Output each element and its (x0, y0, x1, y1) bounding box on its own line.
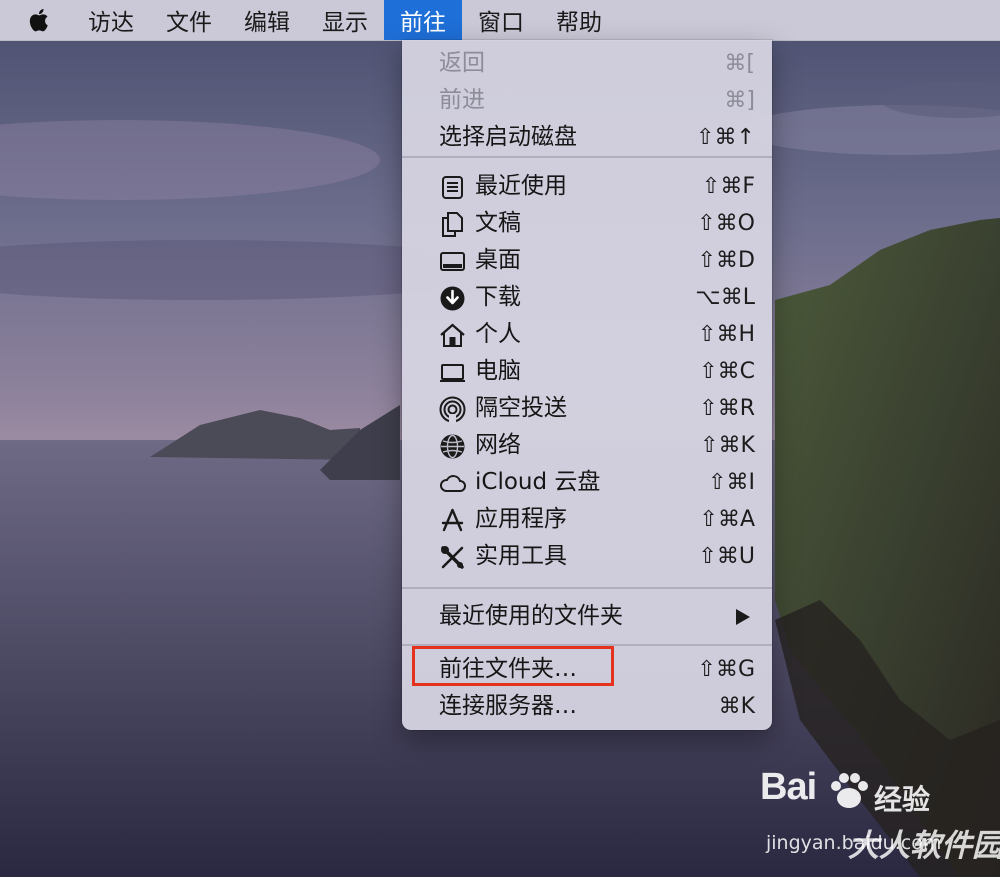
watermark-logo: Bai (760, 766, 817, 808)
menu-finder[interactable]: 访达 (72, 0, 150, 40)
menu-item-label: 文稿 (475, 210, 521, 236)
menu-item-label: 隔空投送 (475, 395, 567, 421)
menu-item-forward: 前进 ⌘] (402, 82, 772, 119)
shortcut-label: ⇧⌘R (699, 396, 755, 421)
menu-item-label: 返回 (439, 50, 485, 76)
applications-icon (439, 507, 466, 534)
shortcut-label: ⇧⌘C (699, 359, 755, 384)
menu-go[interactable]: 前往 (384, 0, 462, 40)
menu-item-back: 返回 ⌘[ (402, 45, 772, 82)
menu-item-label: 电脑 (475, 358, 521, 384)
menu-item-recents[interactable]: 最近使用 ⇧⌘F (402, 168, 772, 205)
menu-item-label: 网络 (475, 432, 521, 458)
menu-item-home[interactable]: 个人 ⇧⌘H (402, 316, 772, 353)
shortcut-label: ⇧⌘A (699, 507, 755, 532)
menu-file[interactable]: 文件 (150, 0, 228, 40)
menu-bar: 访达 文件 编辑 显示 前往 窗口 帮助 (0, 0, 1000, 41)
menu-item-applications[interactable]: 应用程序 ⇧⌘A (402, 501, 772, 538)
shortcut-label: ⇧⌘F (701, 174, 755, 199)
documents-icon (439, 211, 466, 238)
shortcut-label: ⇧⌘K (700, 433, 755, 458)
chevron-right-icon (736, 609, 750, 625)
airdrop-icon (439, 396, 466, 423)
watermark: Bai 经验 jingyan.baidu.com 大人软件园 (760, 766, 1000, 871)
menu-edit[interactable]: 编辑 (228, 0, 306, 40)
computer-icon (439, 359, 466, 386)
go-menu-dropdown: 返回 ⌘[ 前进 ⌘] 选择启动磁盘 ⇧⌘↑ 最近使用 ⇧⌘F 文稿 ⇧⌘O 桌… (402, 40, 772, 730)
desktop-icon (439, 248, 466, 275)
menu-item-label: 应用程序 (475, 506, 567, 532)
paw-icon (831, 773, 868, 808)
menu-item-downloads[interactable]: 下载 ⌥⌘L (402, 279, 772, 316)
menu-separator (402, 587, 772, 589)
menu-item-documents[interactable]: 文稿 ⇧⌘O (402, 205, 772, 242)
menu-item-recent-folders[interactable]: 最近使用的文件夹 (402, 598, 772, 635)
shortcut-label: ⇧⌘D (697, 248, 755, 273)
shortcut-label: ⌘] (724, 88, 755, 113)
shortcut-label: ⇧⌘I (708, 470, 755, 495)
menu-item-label: 最近使用的文件夹 (439, 603, 623, 629)
menu-item-startup-disk[interactable]: 选择启动磁盘 ⇧⌘↑ (402, 119, 772, 156)
apple-logo-icon[interactable] (26, 7, 50, 33)
menu-item-label: 最近使用 (475, 173, 567, 199)
menu-item-airdrop[interactable]: 隔空投送 ⇧⌘R (402, 390, 772, 427)
menu-window[interactable]: 窗口 (462, 0, 540, 40)
menu-item-label: 连接服务器… (439, 693, 577, 719)
menu-item-label: 选择启动磁盘 (439, 124, 577, 150)
shortcut-label: ⇧⌘G (697, 657, 755, 682)
shortcut-label: ⇧⌘U (698, 544, 755, 569)
menu-separator (402, 156, 772, 158)
menu-item-icloud[interactable]: iCloud 云盘 ⇧⌘I (402, 464, 772, 501)
menu-item-label: 桌面 (475, 247, 521, 273)
shortcut-label: ⇧⌘↑ (696, 125, 755, 150)
menu-view[interactable]: 显示 (306, 0, 384, 40)
shortcut-label: ⇧⌘H (698, 322, 755, 347)
watermark-jingyan: 经验 (874, 783, 931, 816)
watermark-site: 大人软件园 (848, 828, 1000, 864)
menu-item-label: 个人 (475, 321, 521, 347)
menu-item-network[interactable]: 网络 ⇧⌘K (402, 427, 772, 464)
menu-item-label: 下载 (475, 284, 521, 310)
menu-item-utilities[interactable]: 实用工具 ⇧⌘U (402, 538, 772, 575)
menu-item-label: 实用工具 (475, 543, 567, 569)
shortcut-label: ⇧⌘O (697, 211, 755, 236)
shortcut-label: ⌥⌘L (695, 285, 755, 310)
shortcut-label: ⌘K (718, 694, 755, 719)
network-globe-icon (439, 433, 466, 460)
home-icon (439, 322, 466, 349)
menu-item-computer[interactable]: 电脑 ⇧⌘C (402, 353, 772, 390)
menu-item-connect-to-server[interactable]: 连接服务器… ⌘K (402, 688, 772, 725)
menu-help[interactable]: 帮助 (540, 0, 618, 40)
icloud-icon (439, 470, 466, 497)
recents-icon (439, 174, 466, 201)
downloads-icon (439, 285, 466, 312)
annotation-highlight-box (412, 646, 614, 686)
menu-item-label: 前进 (439, 87, 485, 113)
menu-item-desktop[interactable]: 桌面 ⇧⌘D (402, 242, 772, 279)
shortcut-label: ⌘[ (724, 51, 755, 76)
utilities-tools-icon (439, 544, 466, 571)
menu-item-label: iCloud 云盘 (475, 469, 601, 495)
